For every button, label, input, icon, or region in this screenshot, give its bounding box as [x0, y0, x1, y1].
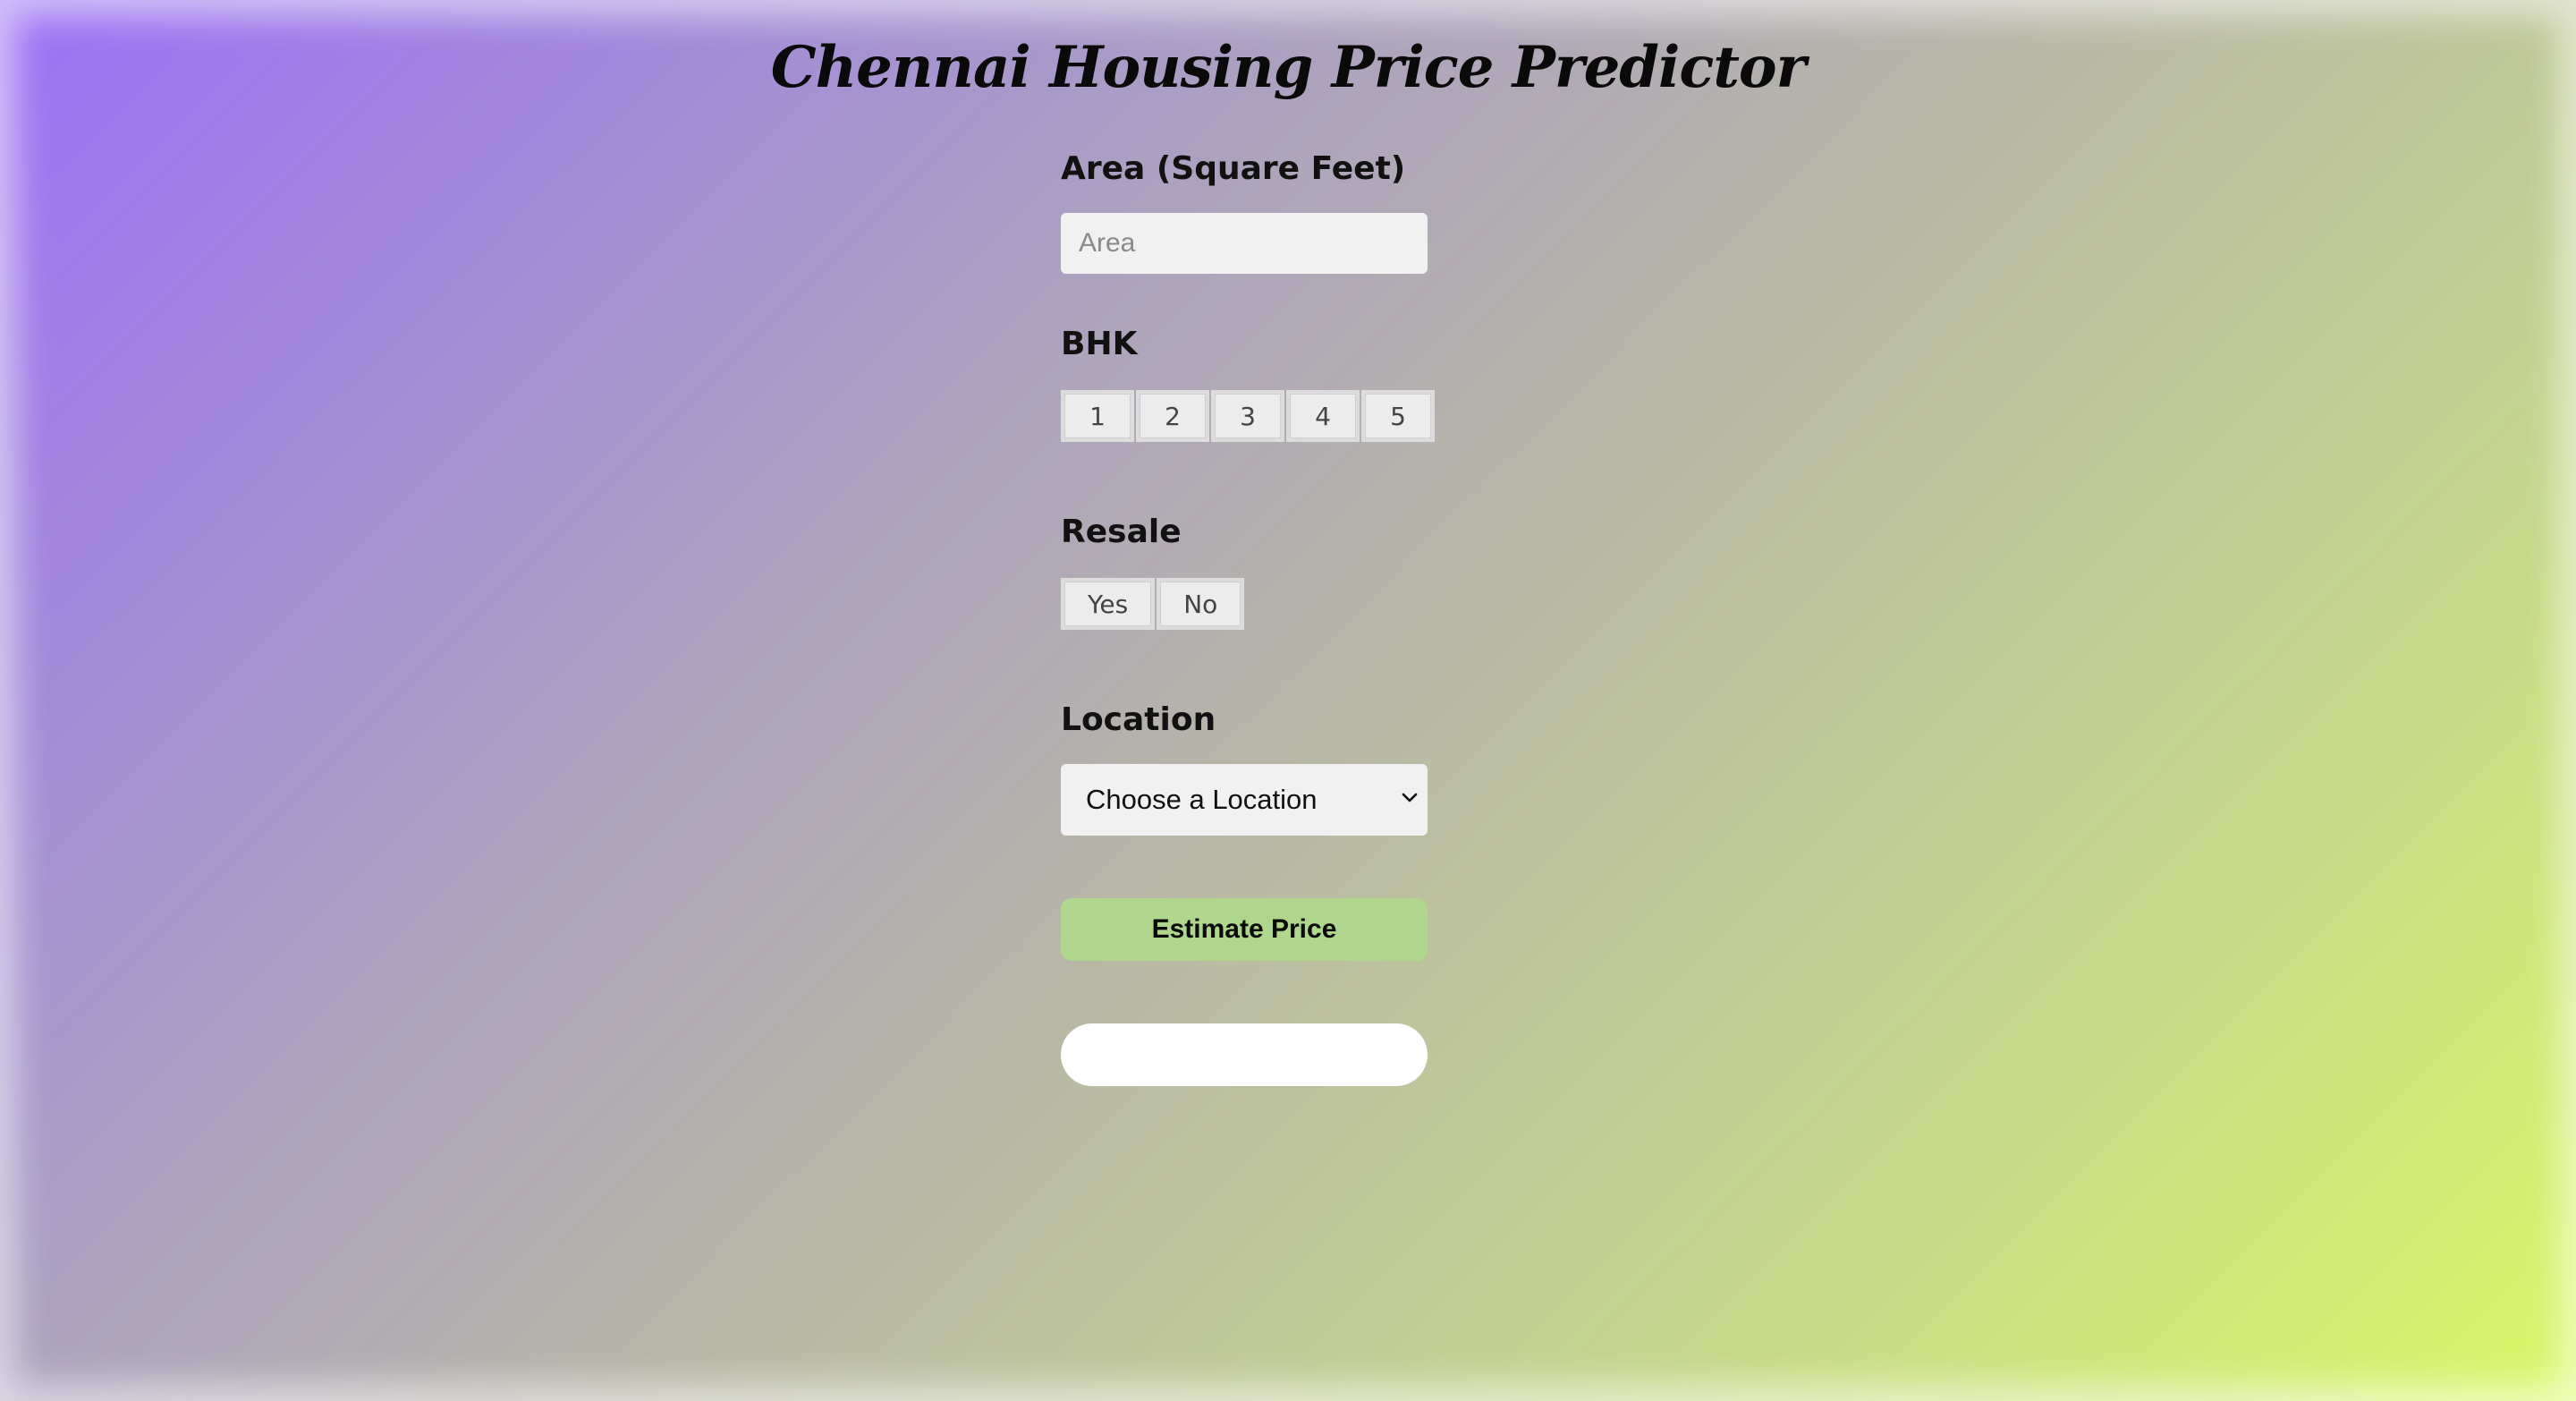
resale-selector: Yes No	[1061, 578, 1245, 630]
estimate-price-button[interactable]: Estimate Price	[1061, 898, 1428, 961]
location-label: Location	[1061, 701, 1216, 738]
bhk-selector: 1 2 3 4 5	[1061, 390, 1435, 442]
result-display	[1061, 1023, 1428, 1086]
area-label: Area (Square Feet)	[1061, 150, 1406, 187]
bhk-option-4[interactable]: 4	[1286, 390, 1360, 442]
bhk-option-5[interactable]: 5	[1361, 390, 1435, 442]
bhk-option-2[interactable]: 2	[1136, 390, 1209, 442]
area-input[interactable]	[1061, 213, 1428, 274]
location-select[interactable]: Choose a Location	[1061, 764, 1428, 836]
background-vignette	[0, 0, 2576, 1401]
resale-option-no[interactable]: No	[1157, 578, 1245, 630]
page-title: Chennai Housing Price Predictor	[770, 34, 1807, 101]
location-selected-value: Choose a Location	[1086, 784, 1318, 815]
bhk-option-3[interactable]: 3	[1211, 390, 1284, 442]
bhk-option-1[interactable]: 1	[1061, 390, 1134, 442]
resale-option-yes[interactable]: Yes	[1061, 578, 1156, 630]
bhk-label: BHK	[1061, 326, 1138, 362]
resale-label: Resale	[1061, 514, 1182, 550]
chevron-down-icon	[1402, 793, 1418, 802]
